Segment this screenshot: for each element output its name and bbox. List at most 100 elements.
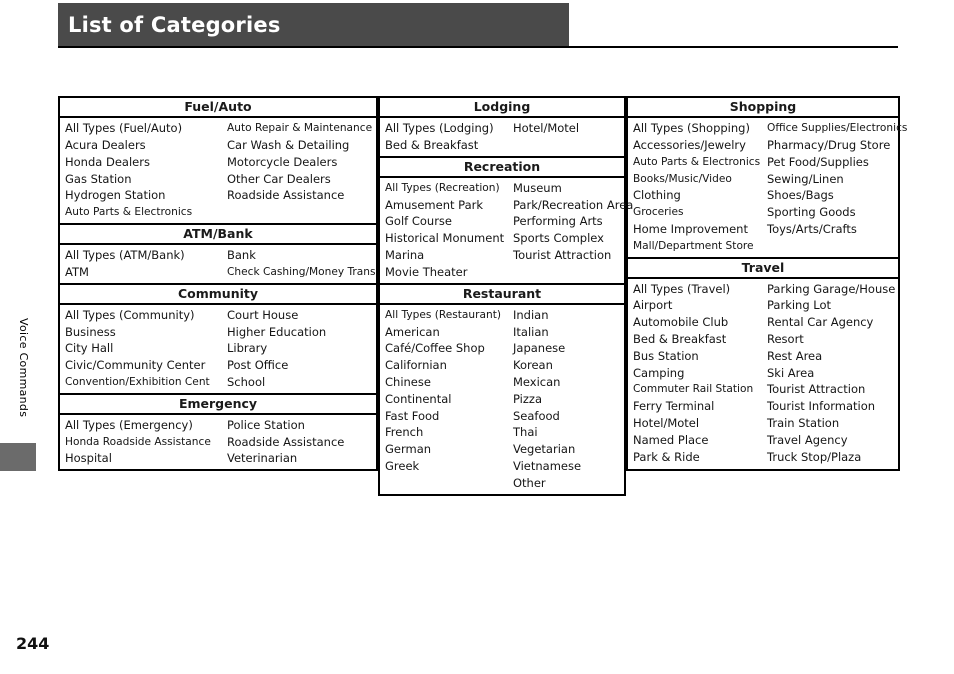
category-item[interactable]: Golf Course (385, 213, 508, 230)
category-item[interactable]: French (385, 424, 508, 441)
category-item[interactable]: Groceries (633, 204, 762, 221)
category-item[interactable]: All Types (ATM/Bank) (65, 247, 222, 264)
category-item[interactable]: Home Improvement (633, 221, 762, 238)
category-item[interactable]: Auto Parts & Electronics (65, 204, 222, 221)
category-item[interactable]: All Types (Emergency) (65, 417, 222, 434)
category-item[interactable]: Business (65, 324, 222, 341)
category-item[interactable]: Post Office (227, 357, 376, 374)
category-item[interactable]: Sports Complex (513, 230, 624, 247)
category-item[interactable]: Shoes/Bags (767, 187, 898, 204)
category-item[interactable]: Historical Monument (385, 230, 508, 247)
category-item[interactable]: Commuter Rail Station (633, 381, 762, 398)
category-item[interactable]: Pharmacy/Drug Store (767, 137, 898, 154)
category-item[interactable]: Greek (385, 458, 508, 475)
category-item[interactable]: Fast Food (385, 408, 508, 425)
category-item[interactable]: Tourist Information (767, 398, 898, 415)
category-item[interactable]: Convention/Exhibition Cent (65, 374, 222, 391)
category-item[interactable]: Travel Agency (767, 432, 898, 449)
category-item[interactable]: All Types (Community) (65, 307, 222, 324)
category-item[interactable]: Named Place (633, 432, 762, 449)
category-item[interactable]: Tourist Attraction (513, 247, 624, 264)
category-item[interactable]: Train Station (767, 415, 898, 432)
category-item[interactable]: American (385, 324, 508, 341)
category-item[interactable]: Hotel/Motel (513, 120, 624, 137)
category-item[interactable]: Acura Dealers (65, 137, 222, 154)
category-item[interactable]: Camping (633, 365, 762, 382)
category-item[interactable]: Performing Arts (513, 213, 624, 230)
category-item[interactable]: Hydrogen Station (65, 187, 222, 204)
category-item[interactable]: Thai (513, 424, 624, 441)
category-item[interactable]: Californian (385, 357, 508, 374)
category-item[interactable]: Bed & Breakfast (633, 331, 762, 348)
category-item[interactable]: Accessories/Jewelry (633, 137, 762, 154)
category-item[interactable]: All Types (Shopping) (633, 120, 762, 137)
category-item[interactable]: Parking Garage/House (767, 281, 898, 298)
category-item[interactable]: Veterinarian (227, 450, 376, 467)
category-item[interactable]: Truck Stop/Plaza (767, 449, 898, 466)
category-item[interactable]: Indian (513, 307, 624, 324)
category-item[interactable]: Bed & Breakfast (385, 137, 508, 154)
category-item[interactable]: Motorcycle Dealers (227, 154, 376, 171)
category-item[interactable]: Office Supplies/Electronics (767, 120, 907, 137)
category-item[interactable]: Bus Station (633, 348, 762, 365)
category-item[interactable]: Korean (513, 357, 624, 374)
category-item[interactable]: Other (513, 475, 624, 492)
category-item[interactable]: School (227, 374, 376, 391)
category-item[interactable]: Books/Music/Video (633, 171, 762, 188)
category-item[interactable]: Parking Lot (767, 297, 898, 314)
category-item[interactable]: City Hall (65, 340, 222, 357)
category-item[interactable]: Amusement Park (385, 197, 508, 214)
category-item[interactable]: Sporting Goods (767, 204, 898, 221)
category-item[interactable]: Toys/Arts/Crafts (767, 221, 898, 238)
category-item[interactable]: ATM (65, 264, 222, 281)
category-item[interactable]: Pizza (513, 391, 624, 408)
category-item[interactable]: Rental Car Agency (767, 314, 898, 331)
category-item[interactable]: Japanese (513, 340, 624, 357)
category-item[interactable]: Park/Recreation Area (513, 197, 633, 214)
category-item[interactable]: Café/Coffee Shop (385, 340, 508, 357)
category-item[interactable]: Resort (767, 331, 898, 348)
category-item[interactable]: Park & Ride (633, 449, 762, 466)
category-item[interactable]: Vegetarian (513, 441, 624, 458)
category-item[interactable]: Car Wash & Detailing (227, 137, 376, 154)
category-item[interactable]: All Types (Restaurant) (385, 307, 508, 324)
category-item[interactable]: Auto Parts & Electronics (633, 154, 762, 171)
category-item[interactable]: Civic/Community Center (65, 357, 222, 374)
category-item[interactable]: Vietnamese (513, 458, 624, 475)
category-item[interactable]: Roadside Assistance (227, 187, 376, 204)
category-item[interactable]: Higher Education (227, 324, 376, 341)
category-item[interactable]: Ferry Terminal (633, 398, 762, 415)
category-item[interactable]: Ski Area (767, 365, 898, 382)
category-item[interactable]: Rest Area (767, 348, 898, 365)
category-item[interactable]: Bank (227, 247, 376, 264)
category-item[interactable]: Continental (385, 391, 508, 408)
category-item[interactable]: Clothing (633, 187, 762, 204)
category-item[interactable]: All Types (Travel) (633, 281, 762, 298)
category-item[interactable]: Seafood (513, 408, 624, 425)
category-item[interactable]: Court House (227, 307, 376, 324)
category-item[interactable]: Other Car Dealers (227, 171, 376, 188)
category-item[interactable]: Chinese (385, 374, 508, 391)
category-item[interactable]: Auto Repair & Maintenance (227, 120, 376, 137)
category-item[interactable]: All Types (Fuel/Auto) (65, 120, 222, 137)
category-item[interactable]: Italian (513, 324, 624, 341)
category-item[interactable]: Airport (633, 297, 762, 314)
category-item[interactable]: Automobile Club (633, 314, 762, 331)
category-item[interactable]: Hospital (65, 450, 222, 467)
category-item[interactable]: Hotel/Motel (633, 415, 762, 432)
category-item[interactable]: Museum (513, 180, 624, 197)
category-item[interactable]: Honda Dealers (65, 154, 222, 171)
category-item[interactable]: German (385, 441, 508, 458)
category-item[interactable]: Mall/Department Store (633, 238, 762, 255)
category-item[interactable]: Gas Station (65, 171, 222, 188)
category-item[interactable]: Pet Food/Supplies (767, 154, 898, 171)
category-item[interactable]: Marina (385, 247, 508, 264)
category-item[interactable]: All Types (Lodging) (385, 120, 508, 137)
category-item[interactable]: Tourist Attraction (767, 381, 898, 398)
category-item[interactable]: Mexican (513, 374, 624, 391)
category-item[interactable]: Honda Roadside Assistance (65, 434, 222, 451)
category-item[interactable]: Roadside Assistance (227, 434, 376, 451)
category-item[interactable]: Check Cashing/Money Trans (227, 264, 376, 281)
category-item[interactable]: Library (227, 340, 376, 357)
category-item[interactable]: Movie Theater (385, 264, 508, 281)
